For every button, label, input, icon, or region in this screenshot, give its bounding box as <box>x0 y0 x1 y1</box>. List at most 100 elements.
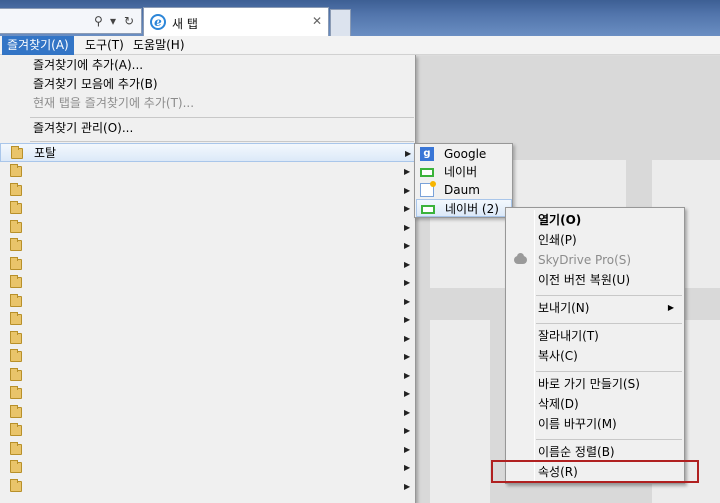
chevron-right-icon: ▶ <box>404 204 411 213</box>
submenu-item-naver-2[interactable]: 네이버 (2) <box>416 199 512 217</box>
add-current-tabs-item: 현재 탭을 즐겨찾기에 추가(T)... <box>33 96 195 110</box>
cloud-icon <box>514 253 527 264</box>
favorites-folder-item[interactable]: ▶ <box>0 162 415 181</box>
folder-icon <box>10 460 22 473</box>
menu-separator <box>536 371 682 372</box>
chevron-right-icon: ▶ <box>404 278 411 287</box>
folder-icon <box>10 275 22 288</box>
folder-icon <box>10 367 22 381</box>
highlight-box-properties <box>491 460 699 483</box>
chevron-right-icon: ▶ <box>404 315 411 324</box>
chevron-right-icon: ▶ <box>404 370 411 380</box>
refresh-icon[interactable]: ↻ <box>124 13 134 29</box>
tab-title: 새 탭 <box>172 17 198 31</box>
organize-favorites-item[interactable]: 즐겨찾기 관리(O)... <box>0 119 415 138</box>
ctx-create-shortcut[interactable]: 바로 가기 만들기(S) <box>508 374 682 394</box>
address-bar[interactable]: ⚲ ▾ ↻ <box>0 8 142 34</box>
menu-help[interactable]: 도움말(H) <box>128 36 190 55</box>
chevron-right-icon: ▶ <box>404 185 411 195</box>
menu-separator <box>30 117 414 118</box>
favorites-folder-item[interactable]: ▶ <box>0 310 415 329</box>
tab-new-tab[interactable]: e 새 탭 ✕ <box>143 7 329 36</box>
favorites-folder-item[interactable]: ▶ <box>0 366 415 385</box>
chevron-right-icon: ▶ <box>667 303 674 312</box>
favorites-folder-item[interactable]: ▶ <box>0 458 415 477</box>
chevron-right-icon: ▶ <box>404 241 411 250</box>
site-tile[interactable] <box>430 320 490 503</box>
folder-icon <box>10 201 22 214</box>
add-to-favorites-bar-item[interactable]: 즐겨찾기 모음에 추가(B) <box>0 75 415 94</box>
folder-icon <box>10 386 22 399</box>
chevron-right-icon: ▶ <box>404 407 411 417</box>
chevron-right-icon: ▶ <box>404 389 411 398</box>
favorites-folder-item[interactable]: ▶ <box>0 199 415 218</box>
chevron-right-icon: ▶ <box>404 463 411 472</box>
chevron-right-icon: ▶ <box>405 149 412 158</box>
favorites-folder-item[interactable]: ▶ <box>0 292 415 311</box>
favorites-folder-item[interactable]: ▶ <box>0 181 415 200</box>
submenu-item-daum[interactable]: Daum <box>416 181 512 199</box>
favorites-folder-portal[interactable]: 포탈 ▶ <box>0 143 415 162</box>
chevron-right-icon: ▶ <box>404 222 411 232</box>
favorites-folder-item[interactable]: ▶ <box>0 440 415 459</box>
ctx-send-to[interactable]: 보내기(N) ▶ <box>508 298 682 318</box>
chevron-right-icon: ▶ <box>404 167 411 176</box>
favorites-folder-item[interactable]: ▶ <box>0 403 415 422</box>
favorites-folder-item[interactable]: ▶ <box>0 236 415 255</box>
folder-icon <box>10 238 22 251</box>
new-tab-button[interactable] <box>330 9 351 36</box>
chevron-right-icon: ▶ <box>404 259 411 269</box>
chevron-down-icon[interactable]: ▾ <box>110 13 116 29</box>
daum-icon <box>420 181 436 197</box>
menubar: 즐겨찾기(A) 도구(T) 도움말(H) <box>0 36 720 55</box>
submenu-item-google[interactable]: g Google <box>416 145 512 163</box>
ctx-copy[interactable]: 복사(C) <box>508 346 682 366</box>
ctx-skydrive-pro: SkyDrive Pro(S) <box>508 250 682 270</box>
favorites-folder-item[interactable]: ▶ <box>0 421 415 440</box>
favorites-folder-item[interactable]: ▶ <box>0 255 415 274</box>
folder-icon <box>10 330 22 344</box>
portal-submenu: g Google 네이버 Daum 네이버 (2) <box>414 143 513 218</box>
favorites-folder-item[interactable]: ▶ <box>0 384 415 403</box>
folder-icon <box>11 146 23 159</box>
add-to-favorites-item[interactable]: 즐겨찾기에 추가(A)... <box>0 56 415 75</box>
folder-icon <box>10 349 22 362</box>
favorites-folder-item[interactable]: ▶ <box>0 329 415 348</box>
ctx-sort-by-name[interactable]: 이름순 정렬(B) <box>508 442 682 462</box>
menu-separator <box>536 323 682 324</box>
ctx-open[interactable]: 열기(O) <box>508 210 682 230</box>
menu-separator <box>536 439 682 440</box>
submenu-item-naver[interactable]: 네이버 <box>416 163 512 181</box>
google-icon: g <box>420 147 434 161</box>
search-icon[interactable]: ⚲ <box>94 13 103 29</box>
close-icon[interactable]: ✕ <box>312 14 322 28</box>
naver-icon <box>421 205 435 214</box>
folder-icon <box>10 293 22 307</box>
folder-icon <box>10 164 22 177</box>
ctx-print[interactable]: 인쇄(P) <box>508 230 682 250</box>
menu-favorites[interactable]: 즐겨찾기(A) <box>2 36 74 55</box>
ctx-delete[interactable]: 삭제(D) <box>508 394 682 414</box>
favorites-folder-item[interactable]: ▶ <box>0 477 415 496</box>
folder-icon <box>10 478 22 492</box>
chevron-right-icon: ▶ <box>404 444 411 454</box>
ctx-rename[interactable]: 이름 바꾸기(M) <box>508 414 682 434</box>
menu-tools[interactable]: 도구(T) <box>80 36 129 55</box>
favorites-folder-item[interactable]: ▶ <box>0 273 415 292</box>
chevron-right-icon: ▶ <box>404 426 411 435</box>
folder-icon <box>10 182 22 196</box>
chevron-right-icon: ▶ <box>404 352 411 361</box>
folder-icon <box>10 219 22 233</box>
ie-logo-icon: e <box>150 14 166 30</box>
menu-separator <box>30 141 414 142</box>
favorites-folder-item[interactable]: ▶ <box>0 347 415 366</box>
chevron-right-icon: ▶ <box>404 296 411 306</box>
folder-icon <box>10 312 22 325</box>
chevron-right-icon: ▶ <box>404 333 411 343</box>
browser-chrome: ⚲ ▾ ↻ e 새 탭 ✕ <box>0 0 720 36</box>
ctx-cut[interactable]: 잘라내기(T) <box>508 326 682 346</box>
folder-icon <box>10 423 22 436</box>
folder-icon <box>10 404 22 418</box>
favorites-folder-item[interactable]: ▶ <box>0 218 415 237</box>
ctx-restore-previous[interactable]: 이전 버전 복원(U) <box>508 270 682 290</box>
